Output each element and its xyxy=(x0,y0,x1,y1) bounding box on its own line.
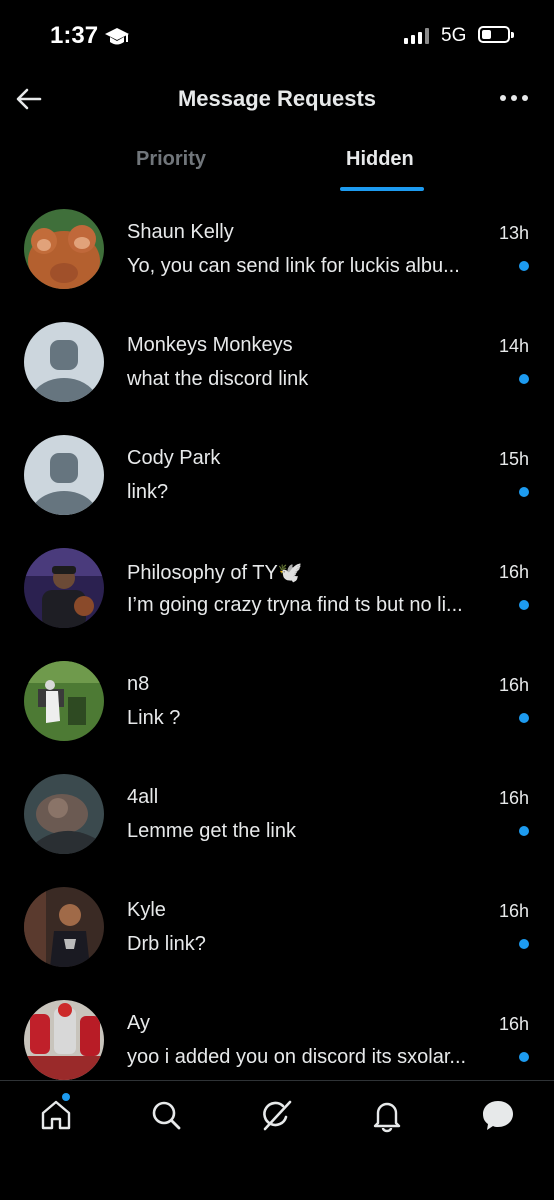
message-preview: what the discord link xyxy=(127,368,309,390)
conversation-row[interactable]: Kyle Drb link? 16h xyxy=(0,873,554,986)
request-tabs: Priority Hidden xyxy=(0,140,554,194)
contact-name: Ay xyxy=(127,1012,150,1034)
page-title: Message Requests xyxy=(177,86,377,111)
contact-name: 4all xyxy=(127,786,159,808)
avatar xyxy=(24,209,104,289)
message-time: 16h xyxy=(498,788,529,808)
message-time: 16h xyxy=(498,562,529,582)
conversation-row[interactable]: Shaun Kelly Yo, you can send link for lu… xyxy=(0,195,554,308)
message-preview: Yo, you can send link for luckis albu... xyxy=(127,255,460,277)
contact-name: Monkeys Monkeys xyxy=(127,334,293,356)
active-tab-indicator xyxy=(340,187,424,191)
message-time: 13h xyxy=(498,223,529,243)
more-dots-icon[interactable] xyxy=(497,86,531,110)
message-preview: I’m going crazy tryna find ts but no li.… xyxy=(127,594,463,616)
status-time: 1:37 xyxy=(50,22,99,49)
unread-dot-icon xyxy=(519,374,529,384)
avatar xyxy=(24,322,104,402)
unread-dot-icon xyxy=(519,826,529,836)
unread-dot-icon xyxy=(519,713,529,723)
unread-dot-icon xyxy=(519,939,529,949)
contact-name: n8 xyxy=(127,673,150,695)
message-time: 14h xyxy=(498,336,529,356)
graduation-cap-icon xyxy=(105,28,129,45)
default-avatar-icon xyxy=(24,435,104,515)
contact-name: Kyle xyxy=(127,899,166,921)
unread-dot-icon xyxy=(519,261,529,271)
contact-name: Shaun Kelly xyxy=(127,221,234,243)
contact-name: Cody Park xyxy=(127,447,221,469)
bell-icon[interactable] xyxy=(369,1097,405,1133)
home-icon[interactable] xyxy=(38,1097,74,1133)
conversation-row[interactable]: Cody Park link? 15h xyxy=(0,421,554,534)
grok-icon[interactable] xyxy=(259,1097,295,1133)
tab-hidden[interactable]: Hidden xyxy=(346,148,414,171)
bottom-nav xyxy=(0,1080,554,1200)
unread-dot-icon xyxy=(519,487,529,497)
status-bar: 1:37 5G xyxy=(0,0,554,74)
conversation-row[interactable]: Philosophy of TY🕊️ I’m going crazy tryna… xyxy=(0,534,554,647)
contact-name: Philosophy of TY🕊️ xyxy=(127,562,303,584)
conversation-row[interactable]: 4all Lemme get the link 16h xyxy=(0,760,554,873)
avatar xyxy=(24,548,104,628)
conversation-row[interactable]: Monkeys Monkeys what the discord link 14… xyxy=(0,308,554,421)
message-preview: Link ? xyxy=(127,707,181,729)
unread-dot-icon xyxy=(519,600,529,610)
home-badge-icon xyxy=(62,1093,70,1101)
message-preview: Lemme get the link xyxy=(127,820,296,842)
battery-icon xyxy=(478,26,514,43)
header: Message Requests xyxy=(0,74,554,124)
network-label: 5G xyxy=(441,25,467,46)
conversation-row[interactable]: n8 Link ? 16h xyxy=(0,647,554,760)
search-icon[interactable] xyxy=(148,1097,184,1133)
avatar xyxy=(24,435,104,515)
message-time: 16h xyxy=(498,901,529,921)
message-preview: link? xyxy=(127,481,169,503)
signal-icon xyxy=(404,28,429,44)
avatar xyxy=(24,774,104,854)
avatar xyxy=(24,887,104,967)
message-preview: yoo i added you on discord its sxolar... xyxy=(127,1046,467,1068)
avatar xyxy=(24,1000,104,1080)
conversation-row[interactable]: Ay yoo i added you on discord its sxolar… xyxy=(0,986,554,1080)
default-avatar-icon xyxy=(24,322,104,402)
messages-icon[interactable] xyxy=(480,1097,516,1133)
avatar xyxy=(24,661,104,741)
message-time: 16h xyxy=(498,1014,529,1034)
message-preview: Drb link? xyxy=(127,933,206,955)
conversation-list: Shaun Kelly Yo, you can send link for lu… xyxy=(0,195,554,1080)
tab-priority[interactable]: Priority xyxy=(136,148,206,171)
message-time: 16h xyxy=(498,675,529,695)
message-time: 15h xyxy=(498,449,529,469)
unread-dot-icon xyxy=(519,1052,529,1062)
